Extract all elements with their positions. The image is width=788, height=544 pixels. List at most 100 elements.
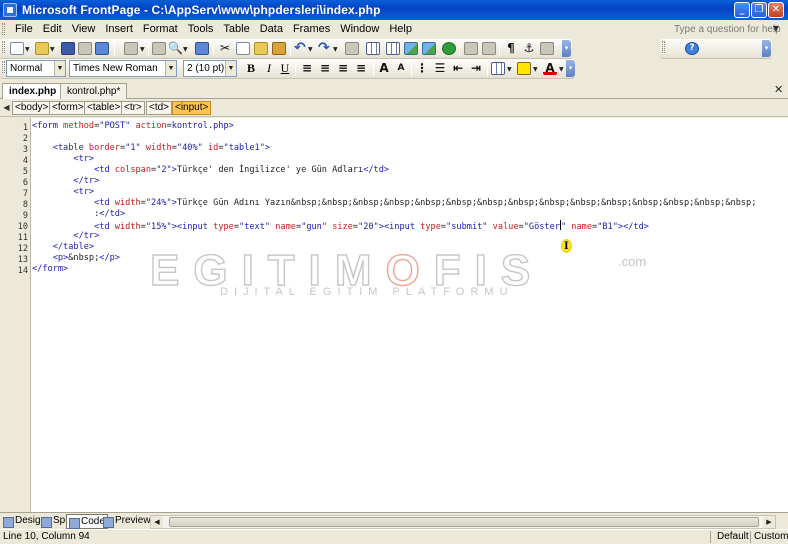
code-editor[interactable]: 1 2 3 4 5 6 7 8 9 10 11 12 13 14 <form m… — [0, 118, 788, 512]
help-dropdown-arrow-icon[interactable]: ▼ — [770, 24, 782, 36]
code-line[interactable]: <td colspan="2">Türkçe' den İngilizce' y… — [32, 165, 389, 176]
preview-dropdown-icon[interactable]: ▼ — [183, 46, 188, 53]
code-line[interactable]: </tr> — [32, 176, 99, 187]
tag-form[interactable]: <form> — [49, 101, 87, 115]
preview-in-browser-icon[interactable]: 🔍 — [168, 42, 183, 55]
code-line[interactable]: <table border="1" width="40%" id="table1… — [32, 143, 270, 154]
menu-format[interactable]: Format — [138, 22, 183, 36]
tag-table[interactable]: <table> — [84, 101, 124, 115]
increase-font-size-icon[interactable]: A — [377, 62, 391, 75]
menu-frames[interactable]: Frames — [288, 22, 335, 36]
code-line[interactable]: :</td> — [32, 209, 125, 220]
refresh-icon[interactable] — [464, 42, 478, 55]
maximize-button[interactable]: ❐ — [751, 2, 767, 18]
italic-button[interactable]: I — [261, 61, 277, 76]
tag-input[interactable]: <input> — [172, 101, 212, 115]
tag-td[interactable]: <td> — [146, 101, 173, 115]
code-line[interactable]: <form method="POST" action=kontrol.php> — [32, 121, 234, 132]
horizontal-scrollbar[interactable]: ◀ ▶ — [150, 515, 776, 529]
align-left-icon[interactable]: ≡ — [300, 62, 314, 75]
scroll-right-icon[interactable]: ▶ — [763, 516, 775, 528]
close-window-button[interactable]: ✕ — [768, 2, 784, 18]
menu-help[interactable]: Help — [384, 22, 417, 36]
toolbar-grip[interactable] — [2, 41, 5, 53]
help-search-input[interactable]: Type a question for help — [668, 22, 781, 37]
toolbar-options-icon[interactable]: ▾ — [762, 40, 771, 57]
code-line[interactable]: <tr> — [32, 187, 94, 198]
menu-data[interactable]: Data — [255, 22, 288, 36]
align-center-icon[interactable]: ≡ — [318, 62, 332, 75]
insert-picture-icon[interactable] — [404, 42, 418, 55]
cut-icon[interactable]: ✂ — [218, 42, 232, 55]
minimize-button[interactable]: _ — [734, 2, 750, 18]
stop-icon[interactable] — [482, 42, 496, 55]
redo-dropdown-icon[interactable]: ▼ — [333, 46, 338, 53]
print-icon[interactable] — [152, 42, 166, 55]
page-size[interactable]: Custom — [754, 530, 788, 544]
format-painter-icon[interactable] — [272, 42, 286, 55]
highlight-icon[interactable] — [517, 62, 531, 75]
tab-kontrol-php[interactable]: kontrol.php* — [60, 83, 128, 99]
close-document-icon[interactable]: ✕ — [774, 83, 783, 96]
insert-layer-icon[interactable] — [386, 42, 400, 55]
toolbar-grip[interactable] — [662, 41, 665, 53]
code-line[interactable]: </form> — [32, 264, 68, 275]
toggle-pane-dropdown-icon[interactable]: ▼ — [140, 46, 145, 53]
increase-indent-icon[interactable]: ⇥ — [469, 62, 483, 75]
insert-table-icon[interactable] — [366, 42, 380, 55]
page-mode[interactable]: Default — [717, 530, 749, 544]
undo-dropdown-icon[interactable]: ▼ — [308, 46, 313, 53]
menu-tools[interactable]: Tools — [183, 22, 219, 36]
borders-icon[interactable] — [491, 62, 505, 75]
code-line[interactable]: <td width="24%">Türkçe Gün Adını Yazın&n… — [32, 198, 756, 209]
highlight-dropdown-icon[interactable]: ▼ — [533, 66, 538, 73]
spelling-icon[interactable] — [195, 42, 209, 55]
font-size-dropdown-icon[interactable]: ▼ — [225, 61, 236, 76]
menu-insert[interactable]: Insert — [100, 22, 138, 36]
tag-scroll-left-icon[interactable]: ◀ — [2, 102, 11, 114]
copy-icon[interactable] — [236, 42, 250, 55]
style-dropdown-icon[interactable]: ▼ — [54, 61, 65, 76]
decrease-indent-icon[interactable]: ⇤ — [451, 62, 465, 75]
code-line[interactable]: </table> — [32, 242, 94, 253]
justify-icon[interactable]: ≡ — [354, 62, 368, 75]
font-color-dropdown-icon[interactable]: ▼ — [559, 66, 564, 73]
save-icon[interactable] — [61, 42, 75, 55]
new-page-icon[interactable] — [10, 42, 24, 55]
toolbar-options-icon[interactable]: ▾ — [566, 60, 575, 77]
toolbar-grip[interactable] — [2, 61, 5, 73]
code-line[interactable]: <tr> — [32, 154, 94, 165]
open-dropdown-icon[interactable]: ▼ — [50, 46, 55, 53]
code-line[interactable]: <td width="15%"><input type="text" name=… — [32, 220, 649, 233]
menu-table[interactable]: Table — [218, 22, 254, 36]
show-all-icon[interactable]: ¶ — [504, 42, 518, 55]
decrease-font-size-icon[interactable]: A — [394, 62, 408, 75]
code-line[interactable]: </tr> — [32, 231, 99, 242]
help-icon[interactable]: ? — [685, 42, 699, 55]
borders-dropdown-icon[interactable]: ▼ — [507, 66, 512, 73]
code-line[interactable]: <p>&nbsp;</p> — [32, 253, 120, 264]
tag-tr[interactable]: <tr> — [121, 101, 145, 115]
insert-drawing-icon[interactable] — [422, 42, 436, 55]
toggle-pane-icon[interactable] — [124, 42, 138, 55]
insert-hyperlink-icon[interactable] — [442, 42, 456, 55]
redo-icon[interactable]: ↷ — [318, 41, 332, 55]
align-right-icon[interactable]: ≡ — [336, 62, 350, 75]
underline-button[interactable]: U — [277, 61, 293, 76]
font-color-icon[interactable]: A — [543, 62, 557, 75]
bold-button[interactable]: B — [243, 61, 259, 76]
show-layer-anchors-icon[interactable]: ⚓ — [522, 42, 536, 55]
web-component-icon[interactable] — [95, 42, 109, 55]
undo-icon[interactable]: ↶ — [294, 41, 308, 55]
menu-window[interactable]: Window — [335, 22, 384, 36]
font-select[interactable]: Times New Roman ▼ — [69, 60, 177, 77]
web-component-insert-icon[interactable] — [345, 42, 359, 55]
paste-icon[interactable] — [254, 42, 268, 55]
open-icon[interactable] — [35, 42, 49, 55]
new-dropdown-icon[interactable]: ▼ — [25, 46, 30, 53]
font-dropdown-icon[interactable]: ▼ — [165, 61, 176, 76]
toolbar-options-icon[interactable]: ▾ — [562, 40, 571, 57]
view-tab-preview[interactable]: Preview — [101, 514, 153, 529]
menu-edit[interactable]: Edit — [38, 22, 67, 36]
font-size-select[interactable]: 2 (10 pt) ▼ — [183, 60, 237, 77]
